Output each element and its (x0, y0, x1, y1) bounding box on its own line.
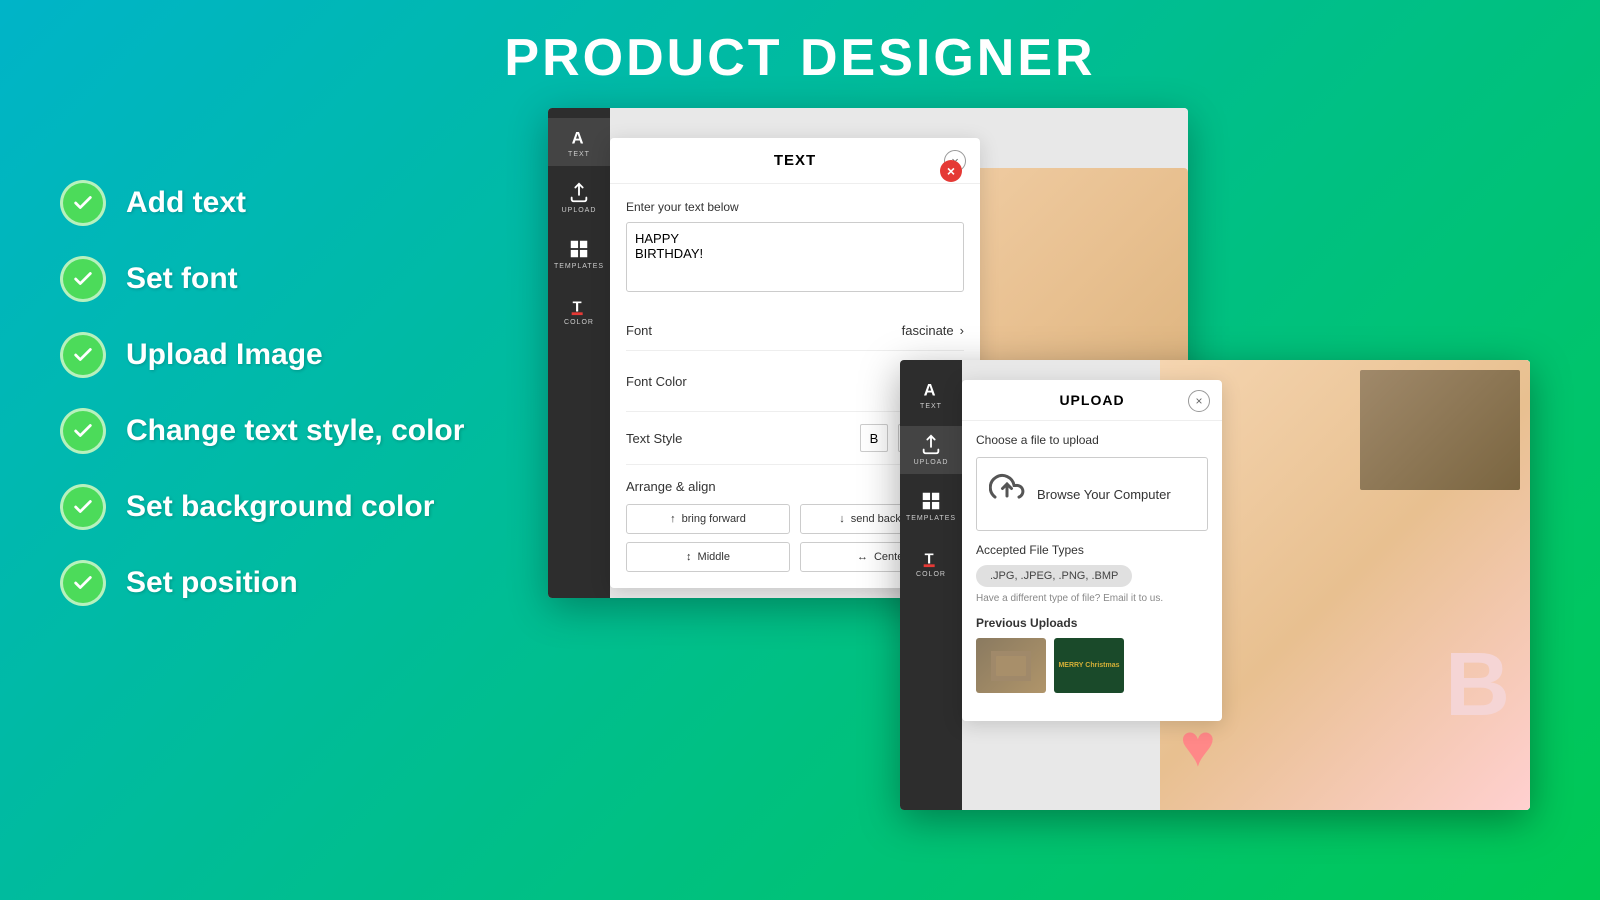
bring-forward-icon: ↑ (670, 513, 676, 525)
bring-forward-button[interactable]: ↑ bring forward (626, 504, 790, 534)
feature-item: Upload Image (60, 332, 464, 378)
feature-label-change-style: Change text style, color (126, 414, 464, 448)
sidebar-label-templates: TEMPLATES (554, 263, 604, 270)
feature-item: Add text (60, 180, 464, 226)
cloud-upload-icon (989, 472, 1025, 516)
upload-dialog: UPLOAD × Choose a file to upload Browse … (962, 380, 1222, 721)
font-value[interactable]: fascinate › (902, 323, 964, 338)
bring-forward-label: bring forward (682, 513, 746, 525)
sidebar-label-color: COLOR (564, 319, 594, 326)
font-chevron-icon: › (960, 323, 964, 338)
middle-label: Middle (698, 551, 730, 563)
center-icon: ↔ (857, 551, 868, 563)
file-types-badge: .JPG, .JPEG, .PNG, .BMP (976, 565, 1132, 587)
middle-button[interactable]: ↕ Middle (626, 542, 790, 572)
check-icon-change-style (60, 408, 106, 454)
font-label: Font (626, 323, 652, 338)
text-style-label: Text Style (626, 431, 682, 446)
sidebar-label-text: TEXT (568, 151, 590, 158)
dialog-title: TEXT (774, 152, 816, 169)
accepted-types-label: Accepted File Types (976, 543, 1208, 557)
check-icon-upload-image (60, 332, 106, 378)
send-backward-icon: ↓ (839, 513, 845, 525)
feature-label-set-position: Set position (126, 566, 298, 600)
sidebar-label-upload: UPLOAD (562, 207, 597, 214)
feature-item: Set position (60, 560, 464, 606)
upload-dialog-header: UPLOAD × (962, 380, 1222, 421)
feature-label-bg-color: Set background color (126, 490, 434, 524)
prev-upload-thumb-1[interactable] (976, 638, 1046, 693)
designer-sidebar: A TEXT UPLOAD TEMPLATES T COLOR (548, 108, 610, 598)
upload-window: A TEXT UPLOAD TEMPLATES T COLOR B ♥ (900, 360, 1530, 810)
check-icon-set-font (60, 256, 106, 302)
upload-sidebar-label-upload: UPLOAD (914, 459, 949, 466)
svg-text:A: A (572, 129, 584, 147)
sidebar-item-templates[interactable]: TEMPLATES (548, 230, 610, 278)
prev-uploads-grid: MERRY Christmas (976, 638, 1208, 693)
feature-item: Set background color (60, 484, 464, 530)
upload-sidebar-upload[interactable]: UPLOAD (900, 426, 962, 474)
check-icon-bg-color (60, 484, 106, 530)
choose-file-label: Choose a file to upload (976, 433, 1208, 447)
feature-label-add-text: Add text (126, 186, 246, 220)
feature-label-set-font: Set font (126, 262, 238, 296)
text-input[interactable]: HAPPY BIRTHDAY! (626, 222, 964, 292)
upload-sidebar-label-color: COLOR (916, 571, 946, 578)
feature-label-upload-image: Upload Image (126, 338, 323, 372)
upload-canvas-photo (1360, 370, 1520, 490)
email-hint: Have a different type of file? Email it … (976, 593, 1208, 604)
upload-sidebar: A TEXT UPLOAD TEMPLATES T COLOR (900, 360, 962, 810)
upload-content: B ♥ UPLOAD × Choose a file to upload (962, 360, 1530, 810)
sidebar-item-color[interactable]: T COLOR (548, 286, 610, 334)
font-color-label: Font Color (626, 374, 687, 389)
upload-dialog-body: Choose a file to upload Browse Your Comp… (962, 421, 1222, 705)
font-row: Font fascinate › (626, 311, 964, 351)
upload-sidebar-label-templates: TEMPLATES (906, 515, 956, 522)
svg-text:A: A (924, 381, 936, 399)
font-name: fascinate (902, 323, 954, 338)
prev-upload-thumb-2[interactable]: MERRY Christmas (1054, 638, 1124, 693)
check-icon-add-text (60, 180, 106, 226)
upload-sidebar-text[interactable]: A TEXT (900, 370, 962, 418)
prev-uploads-label: Previous Uploads (976, 616, 1208, 630)
text-field-label: Enter your text below (626, 200, 964, 214)
middle-icon: ↕ (686, 551, 692, 563)
delete-badge[interactable]: × (940, 160, 962, 182)
upload-canvas-b: B (1445, 640, 1510, 730)
sidebar-item-text[interactable]: A TEXT (548, 118, 610, 166)
upload-sidebar-templates[interactable]: TEMPLATES (900, 482, 962, 530)
page-title: PRODUCT DESIGNER (0, 0, 1600, 88)
thumb-2-text: MERRY Christmas (1058, 661, 1119, 670)
feature-item: Change text style, color (60, 408, 464, 454)
upload-sidebar-color[interactable]: T COLOR (900, 538, 962, 586)
dialog-header: TEXT × (610, 138, 980, 184)
feature-item: Set font (60, 256, 464, 302)
upload-dialog-close-button[interactable]: × (1188, 390, 1210, 412)
browse-label: Browse Your Computer (1037, 487, 1171, 502)
check-icon-set-position (60, 560, 106, 606)
feature-list: Add text Set font Upload Image Change te… (60, 180, 464, 606)
upload-canvas-heart: ♥ (1180, 711, 1216, 780)
upload-dialog-title: UPLOAD (1059, 392, 1124, 408)
browse-computer-button[interactable]: Browse Your Computer (976, 457, 1208, 531)
bold-button[interactable]: B (860, 424, 888, 452)
upload-sidebar-label-text: TEXT (920, 403, 942, 410)
sidebar-item-upload[interactable]: UPLOAD (548, 174, 610, 222)
